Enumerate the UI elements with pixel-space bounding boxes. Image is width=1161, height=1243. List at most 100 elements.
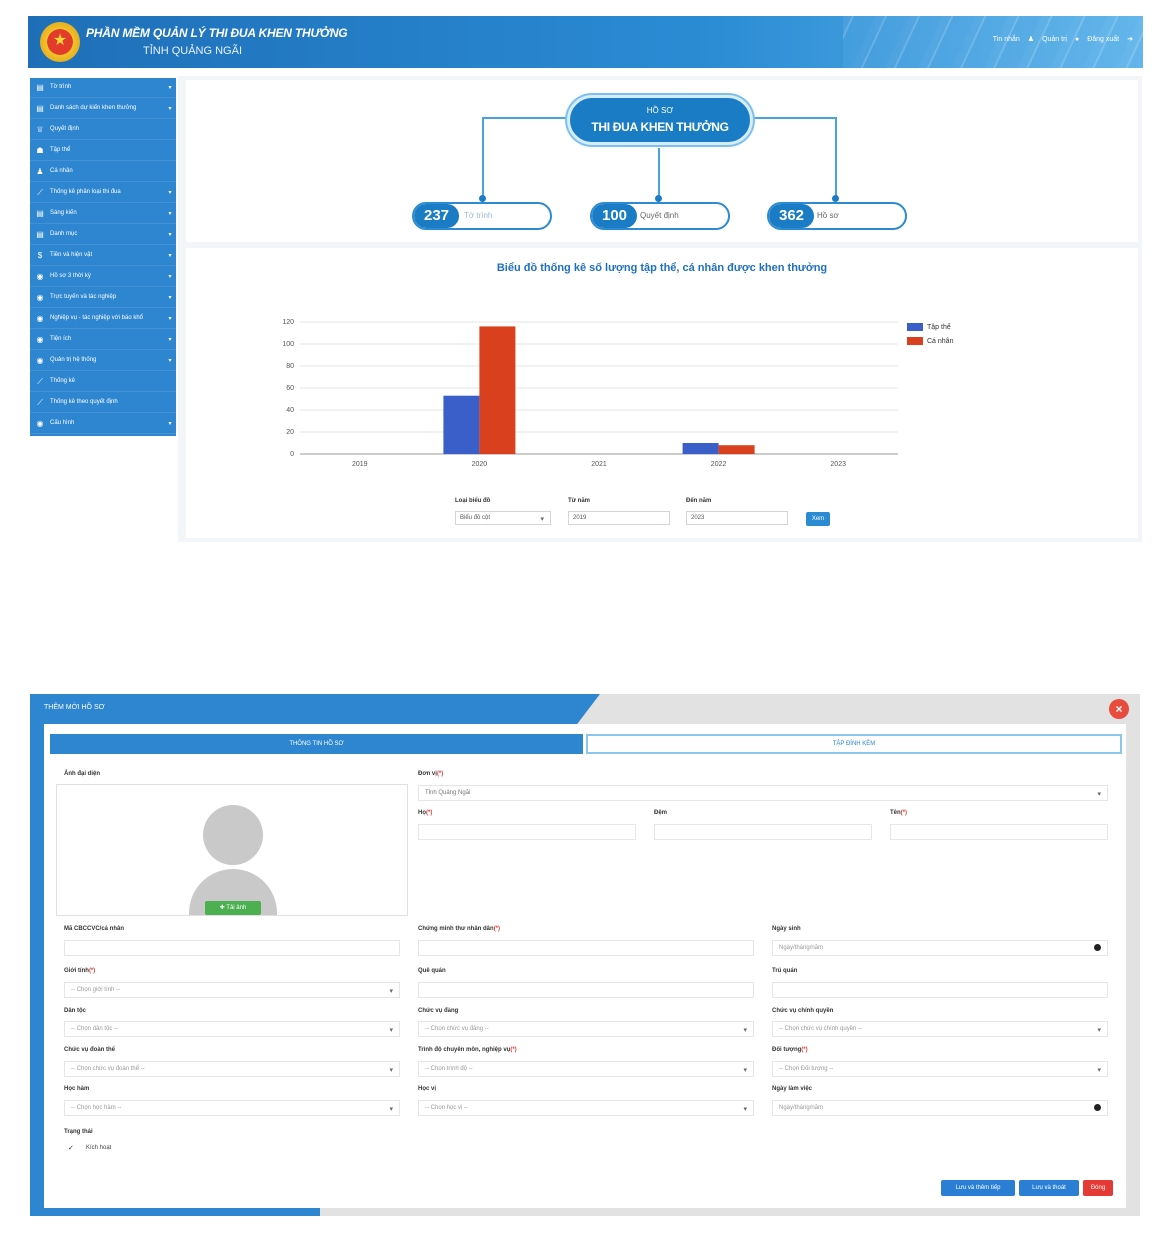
residence-input[interactable] [772,982,1108,998]
circle-icon: ◉ [36,293,44,302]
status-checkbox[interactable]: ✓ [68,1144,78,1154]
middle-name-input[interactable] [654,824,872,840]
bubble-line1: HỒ SƠ [646,106,674,115]
last-name-input[interactable] [418,824,636,840]
qualification-select[interactable]: -- Chọn trình độ -- [418,1061,754,1078]
circle-icon: ◉ [36,335,44,344]
sidebar-item[interactable]: $ Tiền và hiện vật ▾ [30,246,176,266]
sidebar-item[interactable]: ♟ Cá nhân [30,162,176,182]
y-tick-label: 100 [282,341,294,348]
sidebar-item-label: Hồ sơ 3 thời kỳ [50,273,91,279]
connector-dot [655,195,662,202]
sidebar-item[interactable]: ◉ Hồ sơ 3 thời kỳ ▾ [30,267,176,287]
sidebar-item-label: Nghiệp vụ - tác nghiệp với báo khổ [50,315,143,321]
upload-avatar-button[interactable]: ✚ Tải ảnh [205,901,261,915]
stat-submissions[interactable]: 237 Tờ trình [412,202,552,230]
records-bubble: HỒ SƠ THI ĐUA KHEN THƯỞNG [567,95,753,145]
degree-label: Học vị [418,1086,437,1092]
chart-icon: ⟋ [37,376,43,386]
bar[interactable] [443,395,480,454]
avatar-box: ✚ Tải ảnh [56,784,408,916]
from-year-input[interactable]: 2019 [568,511,670,525]
messages-link[interactable]: Tin nhắn [993,36,1020,43]
circle-icon: ◉ [36,419,44,428]
sidebar-item[interactable]: ◉ Nghiệp vụ - tác nghiệp với báo khổ ▾ [30,309,176,329]
academic-rank-select[interactable]: -- Chọn học hàm -- [64,1100,400,1117]
x-tick-label: 2023 [830,461,846,468]
sidebar-item[interactable]: ▤ Sáng kiến ▾ [30,204,176,224]
sidebar-item[interactable]: ▤ Danh mục ▾ [30,225,176,245]
sidebar-item[interactable]: ▤ Tờ trình ▾ [30,78,176,98]
stat-decisions[interactable]: 100 Quyết định [590,202,730,230]
sidebar-item[interactable]: ⟋ Thống kê [30,372,176,392]
chart-type-select[interactable]: Biểu đồ cột [455,511,551,526]
party-position-select[interactable]: -- Chọn chức vụ đảng -- [418,1021,754,1038]
to-year-input[interactable]: 2023 [686,511,788,525]
ethnicity-select[interactable]: -- Chọn dân tộc -- [64,1021,400,1038]
chevron-down-icon: ▾ [168,337,172,343]
sidebar-item-label: Tập thể [50,147,71,153]
stat-records[interactable]: 362 Hồ sơ [767,202,907,230]
sidebar-item[interactable]: ⟋ Thống kê theo quyết định [30,393,176,413]
first-name-input[interactable] [890,824,1108,840]
status-label: Trạng thái [64,1129,93,1135]
chart-legend: Tập thể Cá nhân [907,320,953,348]
legend-label: Cá nhân [927,337,954,345]
employee-code-input[interactable] [64,940,400,956]
sidebar-item[interactable]: ▤ Danh sách dự kiến khen thưởng ▾ [30,99,176,119]
modal-border-right [1126,724,1140,1216]
legend-item[interactable]: Tập thể [907,320,953,334]
document-icon: ▤ [36,83,44,92]
close-icon[interactable]: × [1109,699,1129,719]
y-tick-label: 60 [286,385,294,392]
close-button[interactable]: Đóng [1083,1180,1113,1196]
degree-select[interactable]: -- Chọn học vị -- [418,1100,754,1117]
logout-link[interactable]: Đăng xuất [1087,36,1119,43]
chevron-down-icon: ▾ [168,253,172,259]
save-and-exit-button[interactable]: Lưu và thoát [1019,1180,1079,1196]
target-group-select[interactable]: -- Chọn Đối tượng -- [772,1061,1108,1078]
sidebar-item[interactable]: ◉ Tiện ích ▾ [30,330,176,350]
id-card-input[interactable] [418,940,754,956]
hometown-input[interactable] [418,982,754,998]
legend-swatch [907,323,923,331]
dashboard-screenshot: ★ PHẦN MỀM QUẢN LÝ THI ĐUA KHEN THƯỞNG T… [0,0,1161,560]
sidebar-item-label: Cấu hình [50,420,75,426]
national-emblem-icon: ★ [40,22,80,62]
notification-icon[interactable]: ● [1075,36,1079,43]
tab-record-info[interactable]: THÔNG TIN HỒ SƠ [50,734,583,754]
sidebar-item[interactable]: ♕ Quyết định [30,120,176,140]
residence-label: Trú quán [772,968,798,974]
save-and-add-button[interactable]: Lưu và thêm tiếp [941,1180,1015,1196]
bar[interactable] [718,445,755,454]
sidebar-item[interactable]: ☗ Tập thể [30,141,176,161]
calendar-icon[interactable] [1094,944,1101,951]
birth-date-input[interactable]: Ngày/tháng/năm [772,940,1108,956]
x-tick-label: 2020 [472,461,488,468]
chevron-down-icon: ▾ [168,211,172,217]
unit-select[interactable]: Tỉnh Quảng Ngãi [418,785,1108,802]
chart-type-label: Loại biểu đồ [455,498,491,504]
to-year-label: Đến năm [686,498,712,504]
union-position-select[interactable]: -- Chọn chức vụ đoàn thể -- [64,1061,400,1078]
work-date-input[interactable]: Ngày/tháng/năm [772,1100,1108,1116]
sidebar-item[interactable]: ◉ Cấu hình ▾ [30,414,176,434]
tab-attachments[interactable]: TẬP ĐÍNH KÈM [586,734,1122,754]
dollar-icon: $ [37,251,43,260]
sidebar-item-label: Tiện ích [50,336,72,342]
chevron-down-icon: ▾ [168,106,172,112]
bar[interactable] [479,326,516,454]
legend-item[interactable]: Cá nhân [907,334,953,348]
government-position-select[interactable]: -- Chọn chức vụ chính quyền -- [772,1021,1108,1038]
calendar-icon[interactable] [1094,1104,1101,1111]
first-name-label: Tên(*) [890,810,908,816]
chevron-down-icon: ▾ [168,316,172,322]
sidebar-item[interactable]: ◉ Quản trị hệ thống ▾ [30,351,176,371]
sidebar-item-label: Quyết định [50,126,80,132]
sidebar-item[interactable]: ◉ Trực tuyến và tác nghiệp ▾ [30,288,176,308]
bar[interactable] [682,443,719,454]
sidebar-item[interactable]: ⟋ Thống kê phân loại thi đua ▾ [30,183,176,203]
gender-select[interactable]: -- Chọn giới tính -- [64,982,400,999]
view-chart-button[interactable]: Xem [806,512,830,526]
admin-link[interactable]: Quản trị [1042,36,1067,43]
